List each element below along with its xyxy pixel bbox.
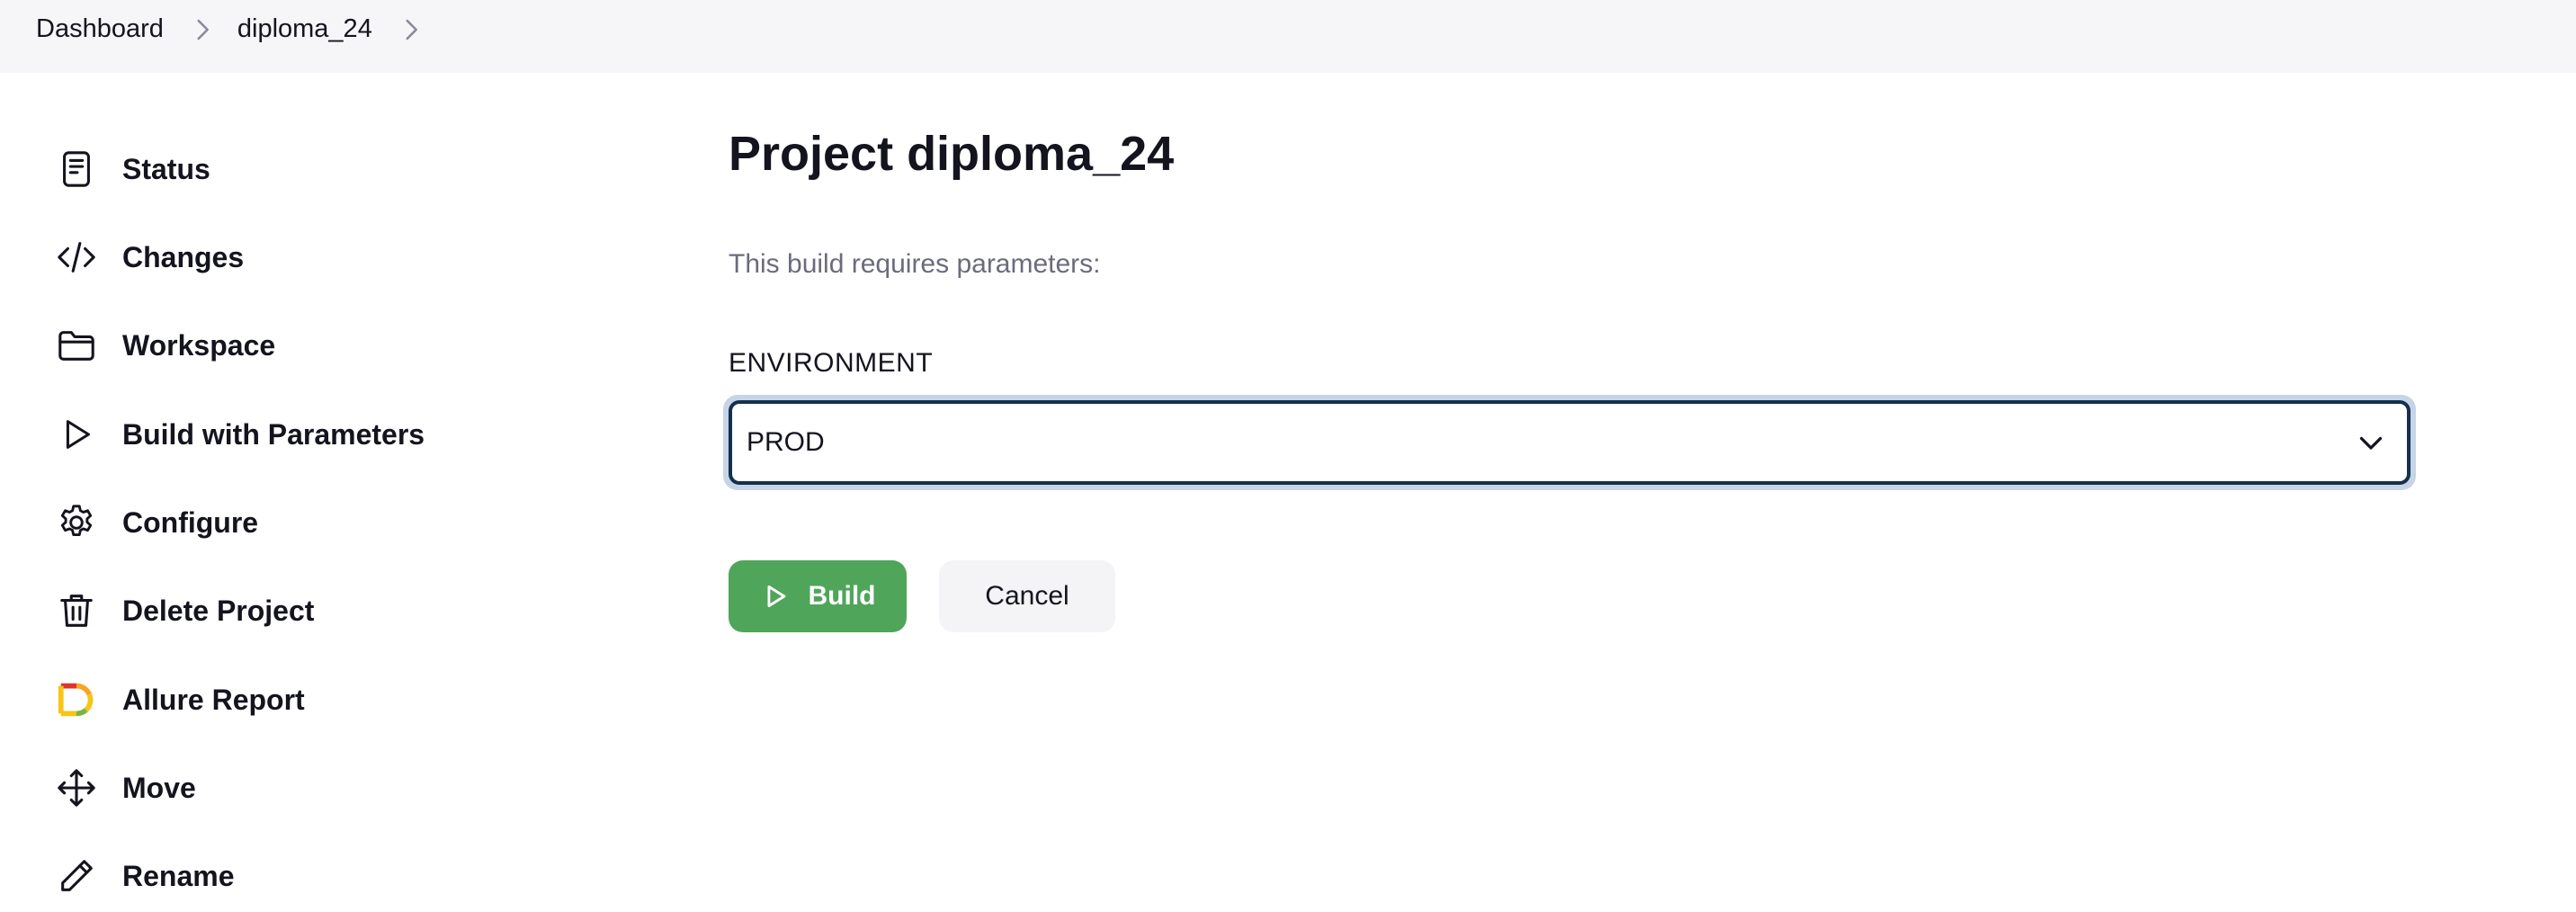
sidebar-item-label: Allure Report [122,683,305,716]
sidebar-item-label: Configure [122,505,259,539]
environment-select[interactable]: PROD [729,400,2411,485]
parameter-label: ENVIRONMENT [729,348,934,378]
sidebar-item-label: Changes [122,240,245,273]
document-icon [54,147,99,192]
environment-select-focus-ring: PROD [723,395,2416,490]
play-icon [54,412,99,457]
sidebar-item-label: Workspace [122,328,276,362]
sidebar-item-label: Build with Parameters [122,417,425,451]
allure-icon [54,677,99,722]
play-icon [760,581,791,612]
sidebar-item-rename[interactable]: Rename [54,840,235,912]
sidebar-item-label: Status [122,152,210,185]
sidebar-item-workspace[interactable]: Workspace [54,309,275,381]
sidebar-item-label: Move [122,771,196,804]
chevron-right-icon[interactable] [187,14,218,45]
breadcrumb-dashboard[interactable]: Dashboard [36,14,164,44]
build-button[interactable]: Build [729,560,907,632]
pencil-icon [54,854,99,899]
build-button-label: Build [808,581,876,611]
folder-icon [54,323,99,368]
sidebar-item-status[interactable]: Status [54,133,210,205]
page-title: Project diploma_24 [729,127,1175,181]
breadcrumb-project[interactable]: diploma_24 [237,14,372,44]
move-icon [54,765,99,810]
sidebar-item-changes[interactable]: Changes [54,221,244,293]
sidebar-item-label: Rename [122,859,235,892]
gear-icon [54,500,99,545]
environment-select-value: PROD [747,427,825,457]
breadcrumb: Dashboard diploma_24 [0,0,2576,73]
chevron-down-icon [2355,426,2387,459]
parameters-description: This build requires parameters: [729,249,1101,279]
sidebar-item-allure-report[interactable]: Allure Report [54,664,305,736]
code-icon [54,235,99,280]
sidebar-item-configure[interactable]: Configure [54,487,258,559]
trash-icon [54,588,99,633]
cancel-button[interactable]: Cancel [939,560,1115,632]
sidebar-item-build-with-parameters[interactable]: Build with Parameters [54,398,425,470]
sidebar-item-label: Delete Project [122,594,315,627]
chevron-right-icon[interactable] [396,14,426,45]
sidebar-item-delete-project[interactable]: Delete Project [54,575,314,647]
sidebar-item-move[interactable]: Move [54,752,196,824]
